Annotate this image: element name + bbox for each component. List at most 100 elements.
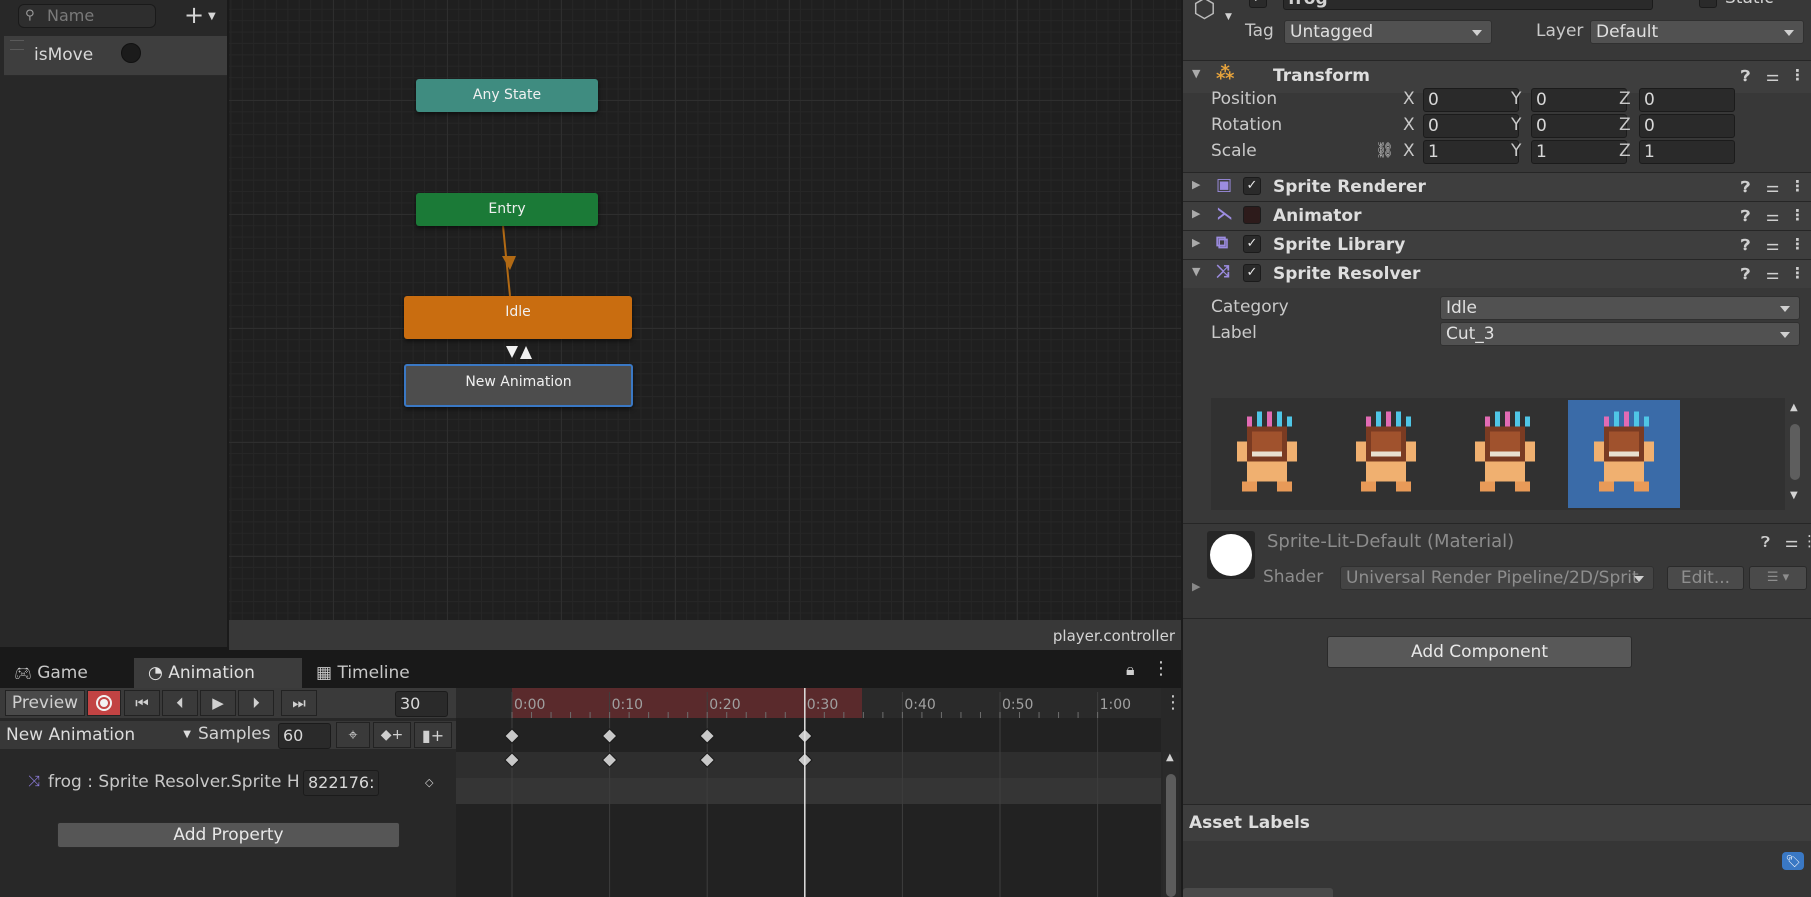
edit-shader-button[interactable]: Edit... — [1667, 566, 1744, 590]
presets-icon[interactable]: ⚌ — [1766, 207, 1779, 225]
first-keyframe-button[interactable]: ⏮ — [124, 690, 160, 716]
any-state-node[interactable]: Any State — [416, 79, 598, 112]
component-enabled-checkbox[interactable]: ✓ — [1243, 264, 1261, 282]
animator-graph[interactable]: Any State Entry Idle New Animation — [229, 0, 1181, 620]
add-property-button[interactable]: Add Property — [57, 822, 400, 848]
animator-header[interactable]: ▶ ⋋ Animator ❓︎ ⚌ ⋮ — [1183, 201, 1811, 230]
sprite-thumbnail[interactable] — [1449, 400, 1561, 508]
presets-icon[interactable]: ⚌ — [1766, 67, 1779, 85]
tag-icon[interactable]: 🏷︎ — [1782, 852, 1804, 870]
lock-icon[interactable]: 🔒︎ — [1126, 660, 1135, 680]
timeline-menu-icon[interactable]: ⋮ — [1164, 692, 1182, 713]
bool-toggle[interactable] — [121, 43, 141, 63]
foldout-closed-icon[interactable]: ▶ — [1192, 178, 1200, 191]
keyframe[interactable] — [699, 752, 715, 768]
samples-field[interactable]: 60 — [278, 723, 331, 749]
sprite-library-header[interactable]: ▶ ⧉ ✓ Sprite Library ❓︎ ⚌ ⋮ — [1183, 230, 1811, 259]
timeline-scrollbar[interactable]: ▲ — [1163, 752, 1179, 897]
sprite-resolver-header[interactable]: ▼ ⤨ ✓ Sprite Resolver ❓︎ ⚌ ⋮ — [1183, 259, 1811, 288]
component-enabled-checkbox[interactable] — [1243, 206, 1261, 224]
rotation-y-field[interactable]: 0 — [1531, 114, 1627, 138]
foldout-closed-icon[interactable]: ▶ — [1192, 207, 1200, 220]
add-event-button[interactable]: ▮+ — [414, 722, 452, 748]
sprite-thumbnail[interactable] — [1211, 400, 1323, 508]
clip-dropdown[interactable]: New Animation ▼ — [6, 723, 191, 747]
tab-game[interactable]: 🎮︎ Game — [0, 658, 134, 688]
add-keyframe-button[interactable]: ◆+ — [373, 722, 411, 748]
kebab-menu-icon[interactable]: ⋮ — [1790, 264, 1805, 282]
help-icon[interactable]: ❓︎ — [1741, 265, 1750, 283]
presets-icon[interactable]: ⚌ — [1766, 236, 1779, 254]
frame-field[interactable]: 30 — [395, 691, 448, 717]
foldout-closed-icon[interactable]: ▶ — [1192, 580, 1200, 593]
parameter-search-input[interactable]: ⚲ Name — [18, 4, 156, 28]
keyframe[interactable] — [601, 728, 618, 744]
add-parameter-button[interactable]: + ▼ — [184, 2, 222, 28]
component-enabled-checkbox[interactable]: ✓ — [1243, 235, 1261, 253]
foldout-closed-icon[interactable]: ▶ — [1192, 236, 1200, 249]
foldout-open-icon[interactable]: ▼ — [1192, 67, 1200, 80]
foldout-open-icon[interactable]: ▼ — [1192, 265, 1200, 278]
preview-button[interactable]: Preview — [5, 690, 85, 716]
shader-options-button[interactable]: ☰ ▾ — [1749, 566, 1807, 590]
presets-icon[interactable]: ⚌ — [1785, 533, 1798, 551]
tab-timeline[interactable]: ▦ Timeline — [302, 658, 462, 688]
scale-z-field[interactable]: 1 — [1639, 140, 1735, 164]
keyframe[interactable] — [699, 728, 715, 744]
keyframe[interactable] — [504, 752, 520, 768]
previous-keyframe-button[interactable]: ⏴ — [162, 690, 198, 716]
idle-node[interactable]: Idle — [404, 296, 632, 339]
static-checkbox[interactable] — [1699, 0, 1717, 8]
kebab-menu-icon[interactable]: ⋮ — [1790, 235, 1805, 253]
tab-animation[interactable]: ◔ Animation — [134, 658, 302, 688]
rotation-x-field[interactable]: 0 — [1423, 114, 1519, 138]
last-keyframe-button[interactable]: ⏭ — [281, 690, 317, 716]
shader-dropdown[interactable]: Universal Render Pipeline/2D/Sprit — [1340, 566, 1654, 590]
rotation-z-field[interactable]: 0 — [1639, 114, 1735, 138]
help-icon[interactable]: ❓︎ — [1761, 533, 1770, 551]
category-dropdown[interactable]: Idle — [1440, 296, 1800, 320]
label-dropdown[interactable]: Cut_3 — [1440, 322, 1800, 346]
kebab-menu-icon[interactable]: ⋮ — [1790, 66, 1805, 84]
keyframe[interactable] — [601, 752, 618, 768]
play-button[interactable]: ▶ — [200, 690, 236, 716]
property-value-field[interactable]: 822176: — [303, 770, 379, 796]
scroll-thumb[interactable] — [1790, 424, 1800, 480]
layer-dropdown[interactable]: Default — [1590, 20, 1804, 44]
scroll-up-icon[interactable]: ▲ — [1790, 402, 1798, 413]
position-z-field[interactable]: 0 — [1639, 88, 1735, 112]
position-y-field[interactable]: 0 — [1531, 88, 1627, 112]
kebab-menu-icon[interactable]: ⋮ — [1790, 206, 1805, 224]
sprite-thumbnail[interactable] — [1330, 400, 1442, 508]
scroll-thumb[interactable] — [1166, 774, 1176, 897]
asset-labels-header[interactable]: Asset Labels — [1183, 804, 1811, 841]
keyframe-toggle-icon[interactable]: ◇ — [425, 776, 433, 789]
record-button[interactable] — [87, 690, 121, 716]
position-x-field[interactable]: 0 — [1423, 88, 1519, 112]
filter-keys-button[interactable]: ⌖ — [336, 722, 370, 748]
entry-node[interactable]: Entry — [416, 193, 598, 226]
parameter-row[interactable]: isMove — [4, 36, 227, 76]
constrain-proportions-icon[interactable]: ⛓ — [1375, 141, 1394, 159]
help-icon[interactable]: ❓︎ — [1741, 207, 1750, 225]
kebab-menu-icon[interactable]: ⋮ — [1790, 177, 1805, 195]
sprite-grid-scrollbar[interactable]: ▲ ▼ — [1787, 402, 1803, 507]
help-icon[interactable]: ❓︎ — [1741, 178, 1750, 196]
material-preview[interactable] — [1207, 531, 1255, 579]
scroll-up-icon[interactable]: ▲ — [1166, 752, 1174, 763]
property-row[interactable]: ⤨ frog : Sprite Resolver.Sprite H 822176… — [0, 770, 456, 800]
keyframe[interactable] — [504, 728, 520, 744]
sprite-thumbnail[interactable] — [1568, 400, 1680, 508]
scroll-down-icon[interactable]: ▼ — [1790, 490, 1798, 501]
presets-icon[interactable]: ⚌ — [1766, 178, 1779, 196]
scale-y-field[interactable]: 1 — [1531, 140, 1627, 164]
help-icon[interactable]: ❓︎ — [1741, 236, 1750, 254]
scale-x-field[interactable]: 1 — [1423, 140, 1519, 164]
component-enabled-checkbox[interactable]: ✓ — [1243, 177, 1261, 195]
timeline-ruler[interactable]: 0:00 0:10 0:20 0:30 0:40 0:50 1:00 ⋮ — [456, 688, 1182, 897]
object-name-field[interactable]: frog — [1283, 0, 1653, 10]
help-icon[interactable]: ❓︎ — [1741, 67, 1750, 85]
tag-dropdown[interactable]: Untagged — [1284, 20, 1492, 44]
chevron-down-icon[interactable]: ▼ — [1225, 12, 1232, 22]
active-checkbox[interactable]: ✓ — [1249, 0, 1267, 8]
